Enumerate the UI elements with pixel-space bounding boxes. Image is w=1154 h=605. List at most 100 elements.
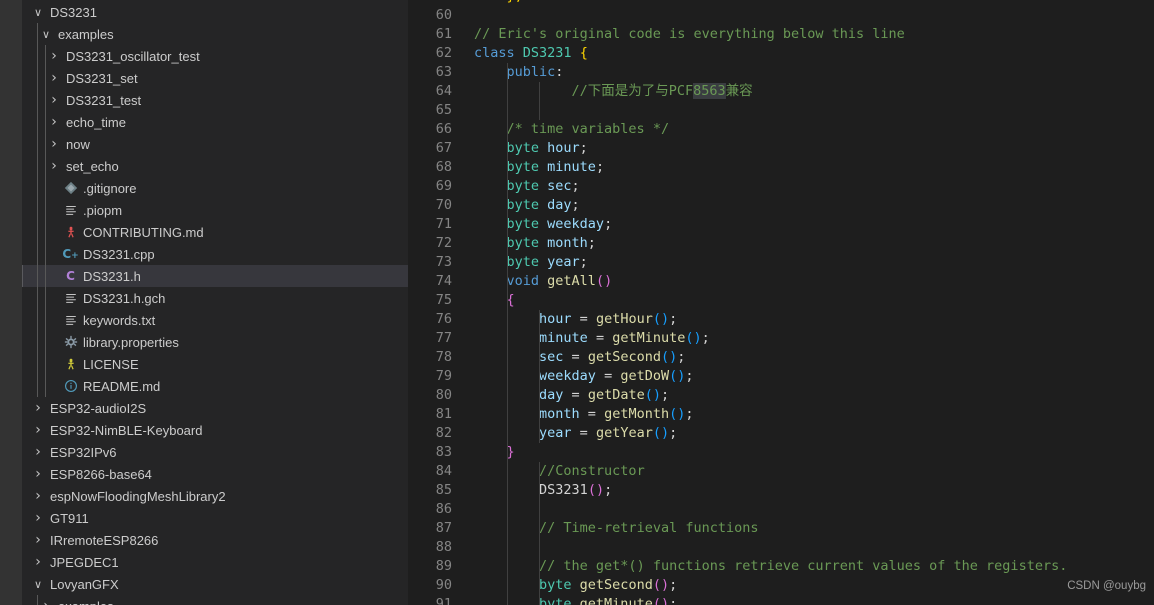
- chevron-right-icon[interactable]: ›: [38, 599, 54, 605]
- chevron-right-icon[interactable]: ›: [30, 489, 46, 503]
- tree-folder-ds3231-test[interactable]: › DS3231_test: [22, 89, 408, 111]
- tree-folder-esp8266-base64[interactable]: › ESP8266-base64: [22, 463, 408, 485]
- code-token: minute: [547, 159, 596, 175]
- code-line[interactable]: 85 DS3231();: [408, 481, 1154, 500]
- tree-file-library-properties[interactable]: library.properties: [22, 331, 408, 353]
- activity-bar[interactable]: [0, 0, 22, 605]
- tree-folder-esp32-nimble-keyboard[interactable]: › ESP32-NimBLE-Keyboard: [22, 419, 408, 441]
- code-line[interactable]: 81 month = getMonth();: [408, 405, 1154, 424]
- code-line[interactable]: 60: [408, 6, 1154, 25]
- code-line[interactable]: 68 byte minute;: [408, 158, 1154, 177]
- tree-folder-espnowfloodingmeshlibrary2[interactable]: › espNowFloodingMeshLibrary2: [22, 485, 408, 507]
- tree-folder-echo-time[interactable]: › echo_time: [22, 111, 408, 133]
- code-token: byte: [506, 197, 548, 213]
- tree-file--piopm[interactable]: .piopm: [22, 199, 408, 221]
- code-line[interactable]: 84 //Constructor: [408, 462, 1154, 481]
- tree-item-label: LovyanGFX: [50, 576, 119, 592]
- chevron-right-icon[interactable]: ›: [46, 137, 62, 151]
- code-line[interactable]: 67 byte hour;: [408, 139, 1154, 158]
- tree-file-keywords-txt[interactable]: keywords.txt: [22, 309, 408, 331]
- code-line[interactable]: 65: [408, 101, 1154, 120]
- code-line[interactable]: 70 byte day;: [408, 196, 1154, 215]
- chevron-right-icon[interactable]: ›: [30, 533, 46, 547]
- code-editor[interactable]: 59 };6061// Eric's original code is ever…: [408, 0, 1154, 605]
- chevron-right-icon[interactable]: ›: [46, 93, 62, 107]
- code-line[interactable]: 76 hour = getHour();: [408, 310, 1154, 329]
- chevron-right-icon[interactable]: ›: [30, 511, 46, 525]
- code-line[interactable]: 78 sec = getSecond();: [408, 348, 1154, 367]
- tree-file--gitignore[interactable]: .gitignore: [22, 177, 408, 199]
- tree-folder-lovyangfx[interactable]: ∨ LovyanGFX: [22, 573, 408, 595]
- tree-folder-now[interactable]: › now: [22, 133, 408, 155]
- chevron-right-icon[interactable]: ›: [46, 159, 62, 173]
- tree-item-label: DS3231.h: [83, 268, 141, 284]
- tree-folder-ds3231-set[interactable]: › DS3231_set: [22, 67, 408, 89]
- tree-folder-irremoteesp8266[interactable]: › IRremoteESP8266: [22, 529, 408, 551]
- file-tree[interactable]: ∨ DS3231 ∨ examples › DS3231_oscillator_test ›…: [22, 1, 408, 605]
- code-line[interactable]: 64 //下面是为了与PCF8563兼容: [408, 82, 1154, 101]
- chevron-right-icon[interactable]: ›: [30, 445, 46, 459]
- tree-folder-ds3231[interactable]: ∨ DS3231: [22, 1, 408, 23]
- tree-file-ds3231-h-gch[interactable]: DS3231.h.gch: [22, 287, 408, 309]
- code-line[interactable]: 61 // Eric's original code is everything …: [408, 25, 1154, 44]
- code-text: byte year;: [452, 253, 1154, 272]
- code-line[interactable]: 89 // the get*() functions retrieve curr…: [408, 557, 1154, 576]
- code-line[interactable]: 79 weekday = getDoW();: [408, 367, 1154, 386]
- chevron-down-icon[interactable]: ∨: [30, 7, 46, 18]
- chevron-right-icon[interactable]: ›: [30, 401, 46, 415]
- code-line[interactable]: 77 minute = getMinute();: [408, 329, 1154, 348]
- tree-file-contributing-md[interactable]: CONTRIBUTING.md: [22, 221, 408, 243]
- code-line[interactable]: 62 class DS3231 {: [408, 44, 1154, 63]
- code-line[interactable]: 82 year = getYear();: [408, 424, 1154, 443]
- tree-file-ds3231-h[interactable]: C DS3231.h: [22, 265, 408, 287]
- code-token: // Time-retrieval functions: [539, 520, 759, 536]
- chevron-right-icon[interactable]: ›: [46, 71, 62, 85]
- code-line[interactable]: 71 byte weekday;: [408, 215, 1154, 234]
- code-line[interactable]: 86: [408, 500, 1154, 519]
- tree-file-readme-md[interactable]: README.md: [22, 375, 408, 397]
- code-token: ;: [685, 406, 694, 422]
- code-line[interactable]: 91 byte getMinute();: [408, 595, 1154, 605]
- code-line[interactable]: 72 byte month;: [408, 234, 1154, 253]
- code-line[interactable]: 73 byte year;: [408, 253, 1154, 272]
- code-line[interactable]: 83 }: [408, 443, 1154, 462]
- tree-file-license[interactable]: LICENSE: [22, 353, 408, 375]
- code-line[interactable]: 74 void getAll(): [408, 272, 1154, 291]
- chevron-right-icon[interactable]: ›: [46, 115, 62, 129]
- code-line[interactable]: 63 public:: [408, 63, 1154, 82]
- tree-file-ds3231-cpp[interactable]: C+ DS3231.cpp: [22, 243, 408, 265]
- code-line[interactable]: 75 {: [408, 291, 1154, 310]
- chevron-down-icon[interactable]: ∨: [30, 579, 46, 590]
- chevron-right-icon[interactable]: ›: [30, 555, 46, 569]
- tree-folder-esp32-audioi2s[interactable]: › ESP32-audioI2S: [22, 397, 408, 419]
- code-content[interactable]: 59 };6061// Eric's original code is ever…: [408, 0, 1154, 605]
- tree-folder-esp32ipv6[interactable]: › ESP32IPv6: [22, 441, 408, 463]
- tree-folder-examples[interactable]: ›examples: [22, 595, 408, 605]
- code-line[interactable]: 90 byte getSecond();: [408, 576, 1154, 595]
- code-text: // Time-retrieval functions: [452, 519, 1154, 538]
- code-token: ;: [587, 235, 596, 251]
- line-number: 79: [435, 368, 452, 384]
- tree-folder-ds3231-oscillator-test[interactable]: › DS3231_oscillator_test: [22, 45, 408, 67]
- chevron-right-icon[interactable]: ›: [30, 467, 46, 481]
- file-explorer-sidebar[interactable]: ∨ DS3231 ∨ examples › DS3231_oscillator_test ›…: [22, 0, 408, 605]
- chevron-right-icon[interactable]: ›: [46, 49, 62, 63]
- code-line[interactable]: 80 day = getDate();: [408, 386, 1154, 405]
- code-text: class DS3231 {: [452, 44, 1154, 63]
- line-number: 89: [435, 558, 452, 574]
- code-line[interactable]: 69 byte sec;: [408, 177, 1154, 196]
- code-line[interactable]: 87 // Time-retrieval functions: [408, 519, 1154, 538]
- chevron-right-icon[interactable]: ›: [30, 423, 46, 437]
- tree-folder-jpegdec1[interactable]: › JPEGDEC1: [22, 551, 408, 573]
- tree-item-label: .piopm: [83, 202, 123, 218]
- tree-item-label: examples: [54, 599, 114, 605]
- code-line[interactable]: 88: [408, 538, 1154, 557]
- tree-folder-set-echo[interactable]: › set_echo: [22, 155, 408, 177]
- code-line[interactable]: 66 /* time variables */: [408, 120, 1154, 139]
- chevron-down-icon[interactable]: ∨: [38, 29, 54, 40]
- tree-folder-gt911[interactable]: › GT911: [22, 507, 408, 529]
- tree-folder-examples[interactable]: ∨ examples: [22, 23, 408, 45]
